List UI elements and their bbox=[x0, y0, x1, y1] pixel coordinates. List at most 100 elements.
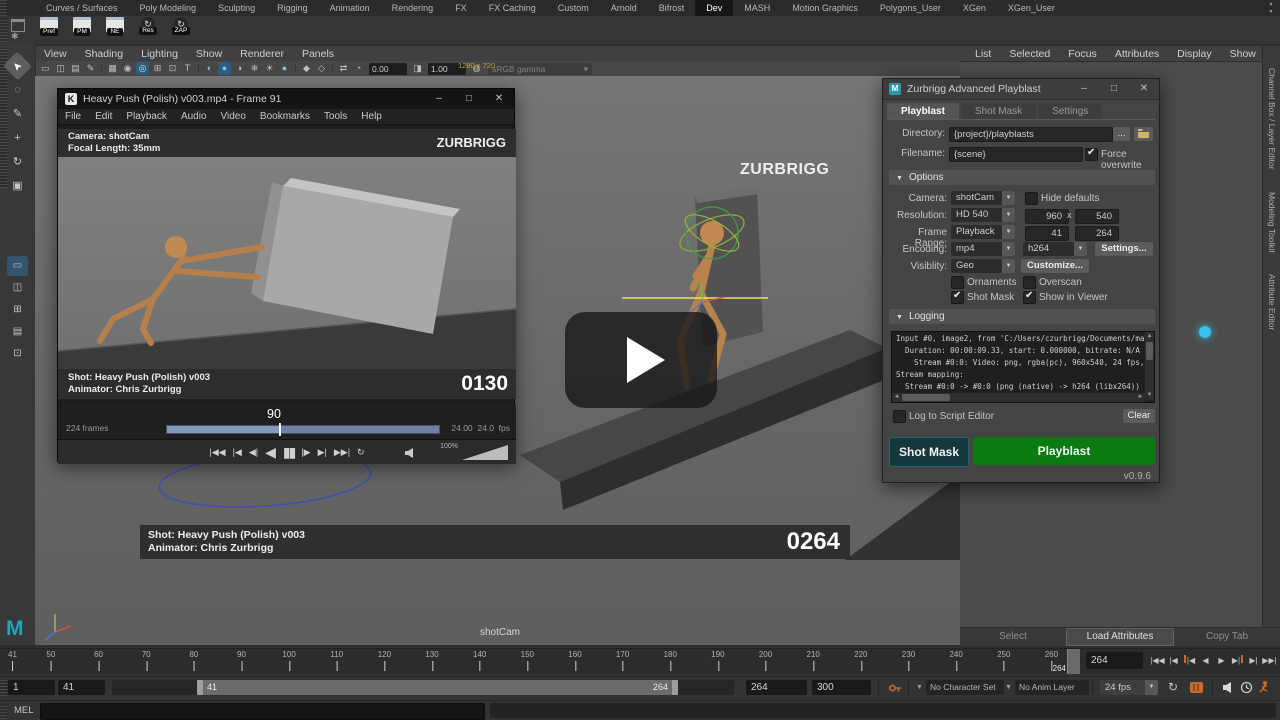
log-hscrollbar[interactable]: ◄ ► bbox=[892, 393, 1145, 402]
ornaments-checkbox[interactable] bbox=[951, 276, 964, 289]
shot-mask-button[interactable]: Shot Mask bbox=[889, 437, 969, 467]
minimize-icon[interactable]: – bbox=[1069, 79, 1099, 99]
playback-button[interactable]: ▶▶| bbox=[1262, 651, 1277, 670]
four-pane-layout-icon[interactable]: ⊞ bbox=[7, 300, 28, 320]
shelf-tab[interactable]: MASH bbox=[733, 0, 781, 16]
hide-defaults-checkbox[interactable] bbox=[1025, 192, 1038, 205]
viewport-toolbar-icon[interactable]: T bbox=[181, 62, 194, 75]
camera-dropdown[interactable]: shotCam▼ bbox=[951, 191, 1015, 205]
player-menu-item[interactable]: Audio bbox=[174, 111, 214, 122]
shelf-tab[interactable]: XGen bbox=[952, 0, 997, 16]
chevron-down-icon[interactable]: ▼ bbox=[916, 684, 923, 691]
shelf-tab[interactable]: FX bbox=[444, 0, 478, 16]
show-in-viewer-checkbox[interactable] bbox=[1023, 291, 1036, 304]
filename-field[interactable]: {scene} bbox=[949, 147, 1083, 162]
character-set-field[interactable]: No Character Set bbox=[926, 680, 1004, 695]
lasso-tool-icon[interactable]: ◌ bbox=[7, 80, 28, 100]
player-transport-button[interactable]: ▮▮ bbox=[283, 444, 294, 461]
tab-attribute-editor[interactable]: Attribute Editor bbox=[1267, 274, 1277, 330]
viewport-toolbar-icon[interactable]: ◎ bbox=[136, 62, 149, 75]
clear-log-button[interactable]: Clear bbox=[1123, 409, 1155, 423]
footer-button[interactable]: Load Attributes bbox=[1066, 628, 1174, 646]
playback-button[interactable]: ▶ bbox=[1214, 651, 1229, 670]
playblast-button[interactable]: Playblast bbox=[973, 437, 1155, 465]
player-menu-item[interactable]: Video bbox=[214, 111, 253, 122]
scroll-down-icon[interactable]: ▼ bbox=[1145, 391, 1154, 400]
playblast-tab[interactable]: Playblast bbox=[887, 103, 959, 120]
tab-modeling-toolkit[interactable]: Modeling Toolkit bbox=[1267, 192, 1277, 253]
viewport-toolbar-icon[interactable]: ▦ bbox=[106, 62, 119, 75]
player-menu-item[interactable]: Edit bbox=[88, 111, 119, 122]
player-transport-button[interactable]: ▶| bbox=[318, 447, 327, 458]
viewport-toolbar-icon[interactable]: ◉ bbox=[121, 62, 134, 75]
scroll-up-icon[interactable]: ▲ bbox=[1145, 332, 1154, 341]
log-vscrollbar[interactable]: ▲ ▼ bbox=[1145, 332, 1154, 400]
shot-mask-checkbox[interactable] bbox=[951, 291, 964, 304]
player-transport-button[interactable]: ◀ bbox=[265, 444, 276, 461]
viewport-toolbar-icon[interactable]: | bbox=[330, 62, 335, 75]
gamma-icon[interactable]: ◨ bbox=[411, 62, 424, 75]
view-transform-dropdown[interactable]: sRGB gamma▾ bbox=[488, 63, 592, 75]
playback-end-field[interactable]: 264 bbox=[746, 680, 807, 695]
panel-menu-item[interactable]: View bbox=[35, 48, 76, 60]
browse-button[interactable]: ... bbox=[1113, 127, 1130, 141]
shelf-tab[interactable]: Rendering bbox=[381, 0, 445, 16]
panel-menu-item[interactable]: Shading bbox=[76, 48, 133, 60]
logging-section-header[interactable]: ▼Logging bbox=[889, 309, 1155, 324]
set-key-icon[interactable] bbox=[888, 681, 902, 695]
player-menu-item[interactable]: Tools bbox=[317, 111, 354, 122]
playblast-titlebar[interactable]: M Zurbrigg Advanced Playblast – □ ✕ bbox=[883, 79, 1159, 100]
mute-icon[interactable] bbox=[1222, 681, 1235, 694]
player-seek-bar[interactable] bbox=[166, 425, 440, 434]
playblast-tab[interactable]: Shot Mask bbox=[961, 103, 1036, 120]
playback-button[interactable]: ◀ bbox=[1198, 651, 1213, 670]
viewport-toolbar-icon[interactable]: ▤ bbox=[69, 62, 82, 75]
frame-range-dropdown[interactable]: Playback▼ bbox=[951, 225, 1015, 239]
shelf-scroll-arrows[interactable]: ▴▾ bbox=[1266, 0, 1276, 16]
player-transport-button[interactable]: |◀◀ bbox=[209, 447, 225, 458]
frame-start-field[interactable]: 41 bbox=[1025, 226, 1069, 241]
channelbox-menu-item[interactable]: Focus bbox=[1059, 48, 1106, 60]
scroll-left-icon[interactable]: ◄ bbox=[892, 393, 901, 402]
single-pane-layout-icon[interactable]: ▭ bbox=[7, 256, 28, 276]
close-icon[interactable]: ✕ bbox=[484, 89, 514, 109]
open-folder-button[interactable] bbox=[1134, 127, 1153, 141]
channelbox-menu-item[interactable]: Attributes bbox=[1106, 48, 1168, 60]
channelbox-menu-item[interactable]: Show bbox=[1221, 48, 1265, 60]
player-transport-button[interactable]: |◀ bbox=[233, 447, 242, 458]
rotate-tool-icon[interactable]: ↻ bbox=[7, 152, 28, 172]
shelf-tab[interactable]: FX Caching bbox=[478, 0, 547, 16]
player-titlebar[interactable]: K Heavy Push (Polish) v003.mp4 - Frame 9… bbox=[58, 89, 514, 109]
playblast-tab[interactable]: Settings bbox=[1038, 103, 1102, 120]
shelf-button-Res[interactable]: ↻Res bbox=[135, 17, 161, 43]
viewport-toolbar-icon[interactable]: ◐ bbox=[203, 62, 216, 75]
shelf-tab[interactable]: Rigging bbox=[266, 0, 319, 16]
footer-button[interactable]: Select bbox=[960, 628, 1066, 646]
time-slider[interactable]: 4150607080901001101201301401501601701801… bbox=[8, 649, 1080, 674]
options-section-header[interactable]: ▼Options bbox=[889, 170, 1155, 185]
res-height-field[interactable]: 540 bbox=[1075, 209, 1119, 224]
panel-menu-item[interactable]: Show bbox=[187, 48, 231, 60]
select-tool-icon[interactable]: ➤ bbox=[3, 52, 32, 81]
shelf-button-NE[interactable]: NE bbox=[102, 17, 128, 43]
current-frame-marker[interactable] bbox=[1067, 649, 1080, 674]
close-icon[interactable]: ✕ bbox=[1129, 79, 1159, 99]
shelf-tab[interactable]: Curves / Surfaces bbox=[35, 0, 129, 16]
frame-end-field[interactable]: 264 bbox=[1075, 226, 1119, 241]
playback-start-field[interactable]: 41 bbox=[58, 680, 105, 695]
overscan-checkbox[interactable] bbox=[1023, 276, 1036, 289]
shelf-tab[interactable]: XGen_User bbox=[997, 0, 1066, 16]
viewport-toolbar-icon[interactable]: ◑ bbox=[233, 62, 246, 75]
player-menu-item[interactable]: Bookmarks bbox=[253, 111, 317, 122]
player-video-area[interactable]: Camera: shotCam Focal Length: 35mm ZURBR… bbox=[58, 129, 516, 399]
current-time-field[interactable]: 264 bbox=[1086, 652, 1143, 669]
viewport-toolbar-icon[interactable]: ⇄ bbox=[337, 62, 350, 75]
command-language-switch[interactable]: MEL bbox=[14, 705, 34, 716]
player-menu-item[interactable]: File bbox=[58, 111, 88, 122]
visibility-customize-button[interactable]: Customize... bbox=[1021, 259, 1089, 273]
viewport-toolbar-icon[interactable]: ● bbox=[278, 62, 291, 75]
outliner-layout-icon[interactable]: ⊡ bbox=[7, 344, 28, 364]
shelf-tab[interactable]: Bifrost bbox=[648, 0, 696, 16]
shelf-tab[interactable]: Sculpting bbox=[207, 0, 266, 16]
auto-keyframe-icon[interactable] bbox=[1258, 680, 1271, 695]
